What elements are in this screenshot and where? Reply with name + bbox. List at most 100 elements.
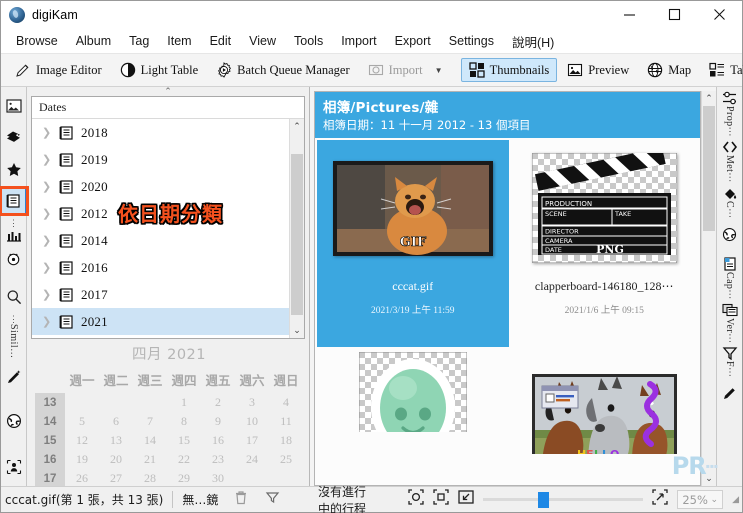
sidebar-item-geolocation[interactable]: [722, 227, 737, 242]
calendar-day[interactable]: 25: [269, 450, 303, 469]
chevron-right-icon[interactable]: ❯: [42, 234, 51, 247]
zoom-fit-icon[interactable]: [652, 489, 668, 510]
calendar-day[interactable]: [99, 393, 133, 412]
dates-tree[interactable]: ❯ 2018 ❯ 2019 ❯ 2020 ❯ 2012 ❯ 2014 ❯ 201…: [32, 119, 289, 338]
scroll-down-icon[interactable]: ⌄: [293, 323, 301, 338]
calendar-day[interactable]: 1: [167, 393, 201, 412]
preview-view-button[interactable]: Preview: [559, 58, 637, 82]
thumbnail-item-clapperboard[interactable]: PRODUCTION SCENE TAKE DIRECTOR CAMERA DA…: [509, 140, 701, 347]
sidebar-item-dates[interactable]: [0, 186, 29, 217]
light-table-button[interactable]: Light Table: [112, 58, 207, 82]
calendar-day[interactable]: 18: [269, 431, 303, 450]
calendar-day[interactable]: 12: [65, 431, 99, 450]
batch-queue-manager-button[interactable]: Batch Queue Manager: [208, 58, 357, 82]
chevron-right-icon[interactable]: ❯: [42, 315, 51, 328]
menu-album[interactable]: Album: [67, 31, 120, 51]
thumbnail-item-green-figure[interactable]: [317, 347, 509, 485]
sidebar-item-fuzzy[interactable]: [2, 365, 26, 391]
calendar-day[interactable]: 6: [99, 412, 133, 431]
calendar-day[interactable]: 4: [269, 393, 303, 412]
scrollbar-track[interactable]: [702, 106, 716, 471]
fit-selection-icon[interactable]: [408, 489, 424, 510]
calendar-day[interactable]: 24: [235, 450, 269, 469]
tree-item-2016[interactable]: ❯ 2016: [32, 254, 289, 281]
sidebar-item-map[interactable]: [2, 408, 26, 434]
thumbnail-item-cccat[interactable]: GIF cccat.gif 2021/3/19 上午 11:59: [317, 140, 509, 347]
menu-export[interactable]: Export: [386, 31, 440, 51]
sidebar-item-colors[interactable]: C⋯: [722, 186, 738, 218]
scrollbar-thumb[interactable]: [291, 154, 303, 315]
calendar-day[interactable]: 19: [65, 450, 99, 469]
chevron-down-icon[interactable]: ▼: [433, 66, 451, 75]
calendar-day[interactable]: 15: [167, 431, 201, 450]
thumbnails-view-button[interactable]: Thumbnails: [460, 58, 558, 82]
tree-item-2014[interactable]: ❯ 2014: [32, 227, 289, 254]
sidebar-item-labels[interactable]: [2, 157, 26, 183]
calendar-day[interactable]: 7: [133, 412, 167, 431]
sidebar-item-edit[interactable]: [722, 385, 738, 401]
calendar-day[interactable]: 22: [167, 450, 201, 469]
chevron-right-icon[interactable]: ❯: [42, 180, 51, 193]
chevron-right-icon[interactable]: ❯: [42, 126, 51, 139]
tree-item-2012[interactable]: ❯ 2012: [32, 200, 289, 227]
sidebar-item-search[interactable]: [2, 284, 26, 310]
tree-item-2018[interactable]: ❯ 2018: [32, 119, 289, 146]
tree-item-2019[interactable]: ❯ 2019: [32, 146, 289, 173]
sidebar-item-clock[interactable]: [2, 248, 26, 268]
chevron-right-icon[interactable]: ❯: [42, 207, 51, 220]
menu-item[interactable]: Item: [158, 31, 200, 51]
chevron-right-icon[interactable]: ❯: [42, 288, 51, 301]
scroll-up-icon[interactable]: ⌃: [705, 91, 713, 106]
import-button[interactable]: Import: [360, 58, 431, 82]
zoom-slider-handle[interactable]: [538, 491, 550, 508]
menu-edit[interactable]: Edit: [201, 31, 241, 51]
calendar-day[interactable]: 3: [235, 393, 269, 412]
calendar-day[interactable]: 10: [235, 412, 269, 431]
maximize-icon[interactable]: [652, 1, 697, 29]
dates-tree-scrollbar[interactable]: ⌃ ⌄: [289, 119, 304, 338]
image-editor-button[interactable]: Image Editor: [7, 58, 110, 82]
tree-item-2020[interactable]: ❯ 2020: [32, 173, 289, 200]
sidebar-item-captions[interactable]: Cap⋯: [722, 256, 738, 300]
tree-item-2017[interactable]: ❯ 2017: [32, 281, 289, 308]
minimize-icon[interactable]: [607, 1, 652, 29]
calendar-day[interactable]: 11: [269, 412, 303, 431]
calendar-day[interactable]: 16: [201, 431, 235, 450]
calendar-day[interactable]: 13: [99, 431, 133, 450]
calendar-day[interactable]: 23: [201, 450, 235, 469]
calendar-day[interactable]: 14: [133, 431, 167, 450]
calendar-day[interactable]: 8: [167, 412, 201, 431]
scroll-up-icon[interactable]: ⌃: [293, 119, 301, 134]
sidebar-item-timeline[interactable]: [2, 228, 26, 246]
panel-splitter-handle[interactable]: ⌃: [27, 87, 309, 96]
menu-import[interactable]: Import: [332, 31, 385, 51]
calendar-day[interactable]: 2: [201, 393, 235, 412]
close-icon[interactable]: [697, 1, 742, 29]
tree-item-2021[interactable]: ❯ 2021: [32, 308, 289, 335]
sidebar-item-people[interactable]: [2, 454, 26, 480]
sidebar-item-versions[interactable]: Ver⋯: [721, 303, 738, 343]
sidebar-item-tags[interactable]: [2, 125, 26, 151]
menu-tools[interactable]: Tools: [285, 31, 332, 51]
calendar-day[interactable]: 21: [133, 450, 167, 469]
chevron-right-icon[interactable]: ❯: [42, 153, 51, 166]
menu-view[interactable]: View: [240, 31, 285, 51]
table-view-button[interactable]: Table: [701, 58, 743, 82]
calendar-day[interactable]: 20: [99, 450, 133, 469]
zoom-out-icon[interactable]: [458, 489, 474, 510]
menu-help[interactable]: 說明(H): [503, 29, 563, 54]
chevron-right-icon[interactable]: ❯: [42, 261, 51, 274]
chevron-down-icon[interactable]: ⌄: [711, 495, 719, 505]
sidebar-item-filters[interactable]: F⋯: [722, 346, 738, 378]
sidebar-item-properties[interactable]: Prop⋯: [722, 91, 738, 137]
sidebar-item-albums[interactable]: [2, 93, 26, 119]
calendar-day[interactable]: [133, 393, 167, 412]
scrollbar-track[interactable]: [290, 134, 304, 323]
iconview-scrollbar[interactable]: ⌃ ⌄: [701, 91, 716, 486]
menu-tag[interactable]: Tag: [120, 31, 158, 51]
fit-window-icon[interactable]: [433, 489, 449, 510]
map-view-button[interactable]: Map: [639, 58, 699, 82]
trash-icon[interactable]: [234, 490, 248, 510]
calendar-day[interactable]: 9: [201, 412, 235, 431]
menu-settings[interactable]: Settings: [440, 31, 503, 51]
